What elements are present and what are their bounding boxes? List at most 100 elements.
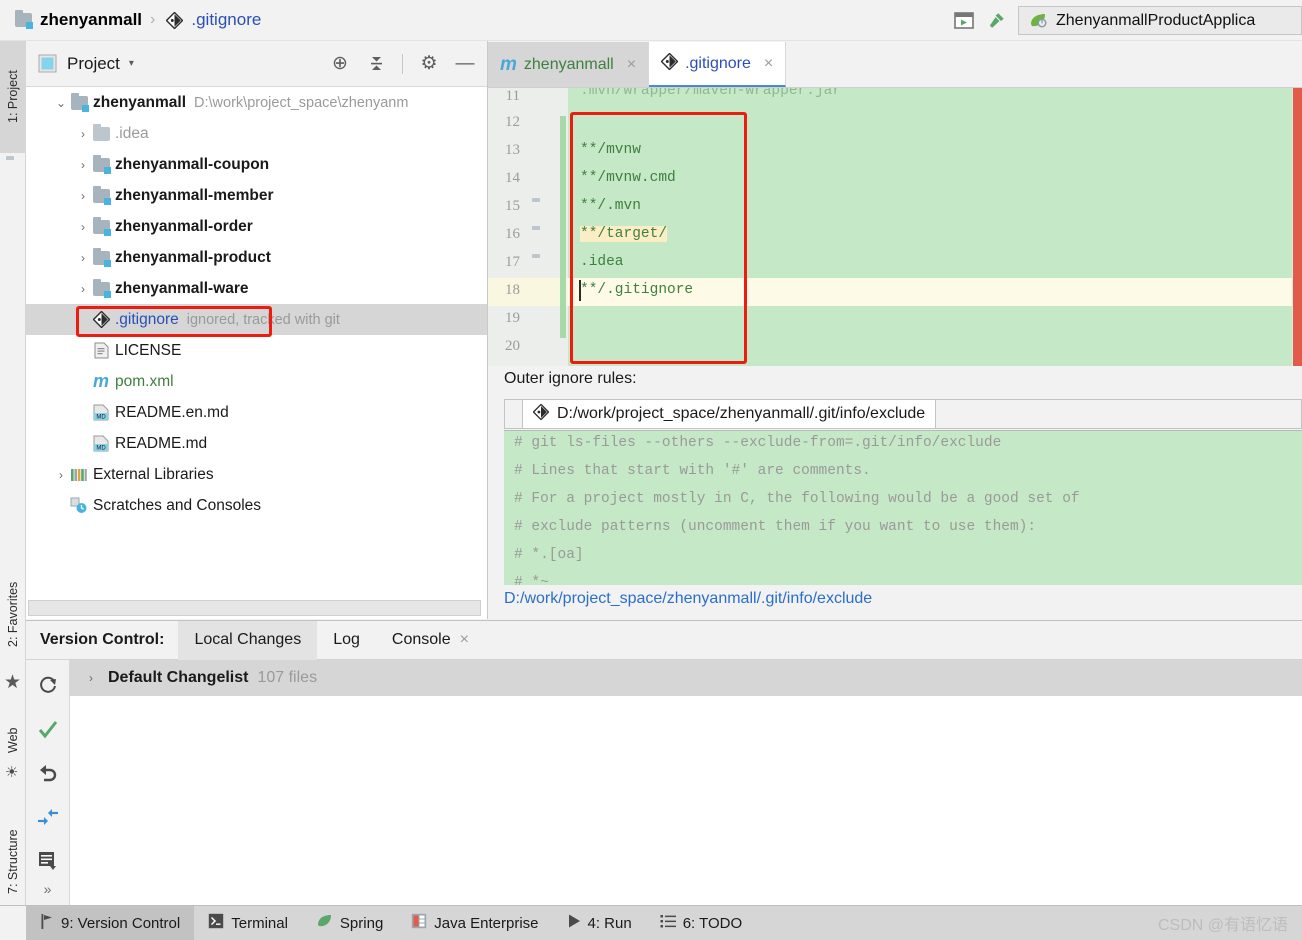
- outer-code-line: # *~: [514, 575, 549, 585]
- chevron-right-icon[interactable]: ›: [76, 251, 90, 265]
- chevron-down-icon[interactable]: ⌄: [54, 96, 68, 110]
- tree-row-idea[interactable]: › .idea: [26, 118, 487, 149]
- line-number: 18: [505, 282, 520, 298]
- chevron-right-icon[interactable]: ›: [76, 189, 90, 203]
- outer-ignore-preview[interactable]: # git ls-files --others --exclude-from=.…: [504, 430, 1302, 585]
- tree-row-license[interactable]: LICENSE: [26, 335, 487, 366]
- rollback-icon[interactable]: [35, 760, 61, 786]
- tree-row-zhenyanmall[interactable]: ⌄ zhenyanmall D:\work\project_space\zhen…: [26, 87, 487, 118]
- refresh-icon[interactable]: [35, 672, 61, 698]
- outer-code-line: # git ls-files --others --exclude-from=.…: [514, 435, 1002, 451]
- tab-log[interactable]: Log: [317, 621, 376, 660]
- build-hammer-icon[interactable]: [986, 11, 1006, 31]
- tree-row-coupon[interactable]: › zhenyanmall-coupon: [26, 149, 487, 180]
- tree-row-external-libraries[interactable]: › External Libraries: [26, 459, 487, 490]
- tree-label: .idea: [115, 124, 149, 142]
- editor-text-area[interactable]: .mvn/wrapper/maven-wrapper.jar **/mvnw *…: [568, 88, 1302, 366]
- status-button-spring[interactable]: Spring: [302, 906, 397, 940]
- run-dashboard-icon[interactable]: [954, 11, 974, 31]
- folder-marker-icon: [532, 201, 549, 215]
- folder-marker-icon: [532, 229, 549, 243]
- breadcrumb: zhenyanmall › .gitignore: [0, 10, 261, 30]
- module-folder-icon: [90, 154, 112, 174]
- shelve-icon[interactable]: [35, 804, 61, 830]
- chevron-right-icon[interactable]: ›: [84, 671, 98, 685]
- svg-text:MD: MD: [96, 446, 106, 452]
- git-file-icon: [660, 52, 679, 75]
- tool-strip-label-favorites: 2: Favorites: [6, 581, 20, 647]
- settings-gear-icon[interactable]: ⚙: [419, 53, 439, 74]
- tree-row-pom[interactable]: m pom.xml: [26, 366, 487, 397]
- tree-label: README.md: [115, 434, 208, 452]
- tab-console[interactable]: Console ×: [376, 621, 485, 660]
- close-icon[interactable]: ×: [460, 631, 469, 649]
- tree-row-scratches[interactable]: Scratches and Consoles: [26, 490, 487, 521]
- sidebar-item-project[interactable]: 1: Project: [0, 41, 26, 153]
- locate-target-icon[interactable]: ⊕: [330, 53, 350, 74]
- tab-zhenyanmall[interactable]: m zhenyanmall ×: [488, 42, 650, 87]
- outer-ignore-path-tab[interactable]: D:/work/project_space/zhenyanmall/.git/i…: [522, 399, 937, 429]
- vcs-tab-label: Local Changes: [194, 631, 302, 648]
- tab-gitignore[interactable]: .gitignore ×: [649, 42, 787, 87]
- tree-row-member[interactable]: › zhenyanmall-member: [26, 180, 487, 211]
- outer-ignore-footer-link[interactable]: D:/work/project_space/zhenyanmall/.git/i…: [504, 590, 872, 608]
- status-button-version-control[interactable]: 9: Version Control: [26, 905, 195, 940]
- code-editor[interactable]: 11 12 13 14 15 16 17 18 19 20 .mvn/wrapp…: [488, 88, 1302, 366]
- chevron-right-icon[interactable]: ›: [54, 468, 68, 482]
- hide-panel-icon[interactable]: —: [455, 53, 475, 74]
- chevron-right-icon[interactable]: ›: [76, 127, 90, 141]
- breadcrumb-project[interactable]: zhenyanmall: [40, 10, 142, 30]
- module-folder-icon: [90, 278, 112, 298]
- tree-row-gitignore[interactable]: .gitignore ignored, tracked with git: [26, 304, 487, 335]
- close-icon[interactable]: ×: [764, 55, 773, 73]
- changelist-row[interactable]: › Default Changelist 107 files: [70, 660, 1302, 696]
- changelist-file-count: 107 files: [257, 669, 318, 686]
- run-configuration-selector[interactable]: ZhenyanmallProductApplica: [1018, 6, 1302, 35]
- chevron-right-icon[interactable]: ›: [76, 282, 90, 296]
- toolbar-divider: [402, 53, 403, 74]
- vcs-tab-label: Console: [391, 631, 451, 648]
- tree-row-product[interactable]: › zhenyanmall-product: [26, 242, 487, 273]
- project-tree-horizontal-scrollbar[interactable]: [28, 600, 481, 616]
- git-file-icon: [163, 11, 185, 29]
- tree-row-order[interactable]: › zhenyanmall-order: [26, 211, 487, 242]
- vcs-more-actions-button[interactable]: »: [44, 881, 52, 897]
- changelist-icon[interactable]: [35, 848, 61, 874]
- tree-label: README.en.md: [115, 403, 229, 421]
- code-line: **/.mvn: [580, 198, 641, 214]
- changelist-file-list[interactable]: [70, 696, 1302, 905]
- commit-checkmark-icon[interactable]: [35, 716, 61, 742]
- external-libraries-icon: [68, 467, 90, 483]
- tool-strip-label-web: Web: [6, 727, 20, 753]
- chevron-right-icon[interactable]: ›: [76, 220, 90, 234]
- status-button-todo[interactable]: 6: TODO: [646, 906, 756, 940]
- code-line: .mvn/wrapper/maven-wrapper.jar: [580, 88, 842, 99]
- status-button-label: 6: TODO: [682, 914, 743, 932]
- folder-icon: [90, 123, 112, 141]
- sidebar-item-structure[interactable]: 7: Structure: [0, 811, 26, 913]
- vcs-panel-title: Version Control:: [40, 631, 165, 648]
- breadcrumb-file[interactable]: .gitignore: [191, 10, 261, 30]
- status-button-java-enterprise[interactable]: Java Enterprise: [397, 906, 552, 940]
- status-button-label: 4: Run: [587, 914, 632, 932]
- tree-label: pom.xml: [115, 372, 174, 390]
- tree-row-ware[interactable]: › zhenyanmall-ware: [26, 273, 487, 304]
- tree-row-readme[interactable]: MD README.md: [26, 428, 487, 459]
- outer-code-line: # For a project mostly in C, the followi…: [514, 491, 1080, 507]
- text-caret: [579, 280, 581, 301]
- tab-local-changes[interactable]: Local Changes: [178, 620, 318, 660]
- collapse-all-icon[interactable]: [366, 54, 386, 74]
- tree-row-readme-en[interactable]: MD README.en.md: [26, 397, 487, 428]
- status-button-terminal[interactable]: Terminal: [194, 906, 302, 940]
- chevron-right-icon[interactable]: ›: [76, 158, 90, 172]
- chevron-down-icon[interactable]: ▾: [129, 58, 134, 69]
- outer-code-line: # Lines that start with '#' are comments…: [514, 463, 871, 479]
- module-folder-icon: [90, 216, 112, 236]
- project-tree[interactable]: ⌄ zhenyanmall D:\work\project_space\zhen…: [26, 87, 487, 595]
- line-number: 17: [505, 254, 520, 270]
- run-config-label: ZhenyanmallProductApplica: [1056, 11, 1256, 29]
- sidebar-item-favorites[interactable]: 2: Favorites: [0, 553, 26, 675]
- editor-gutter[interactable]: 11 12 13 14 15 16 17 18 19 20: [488, 88, 568, 366]
- status-button-run[interactable]: 4: Run: [553, 906, 646, 940]
- close-icon[interactable]: ×: [627, 56, 636, 74]
